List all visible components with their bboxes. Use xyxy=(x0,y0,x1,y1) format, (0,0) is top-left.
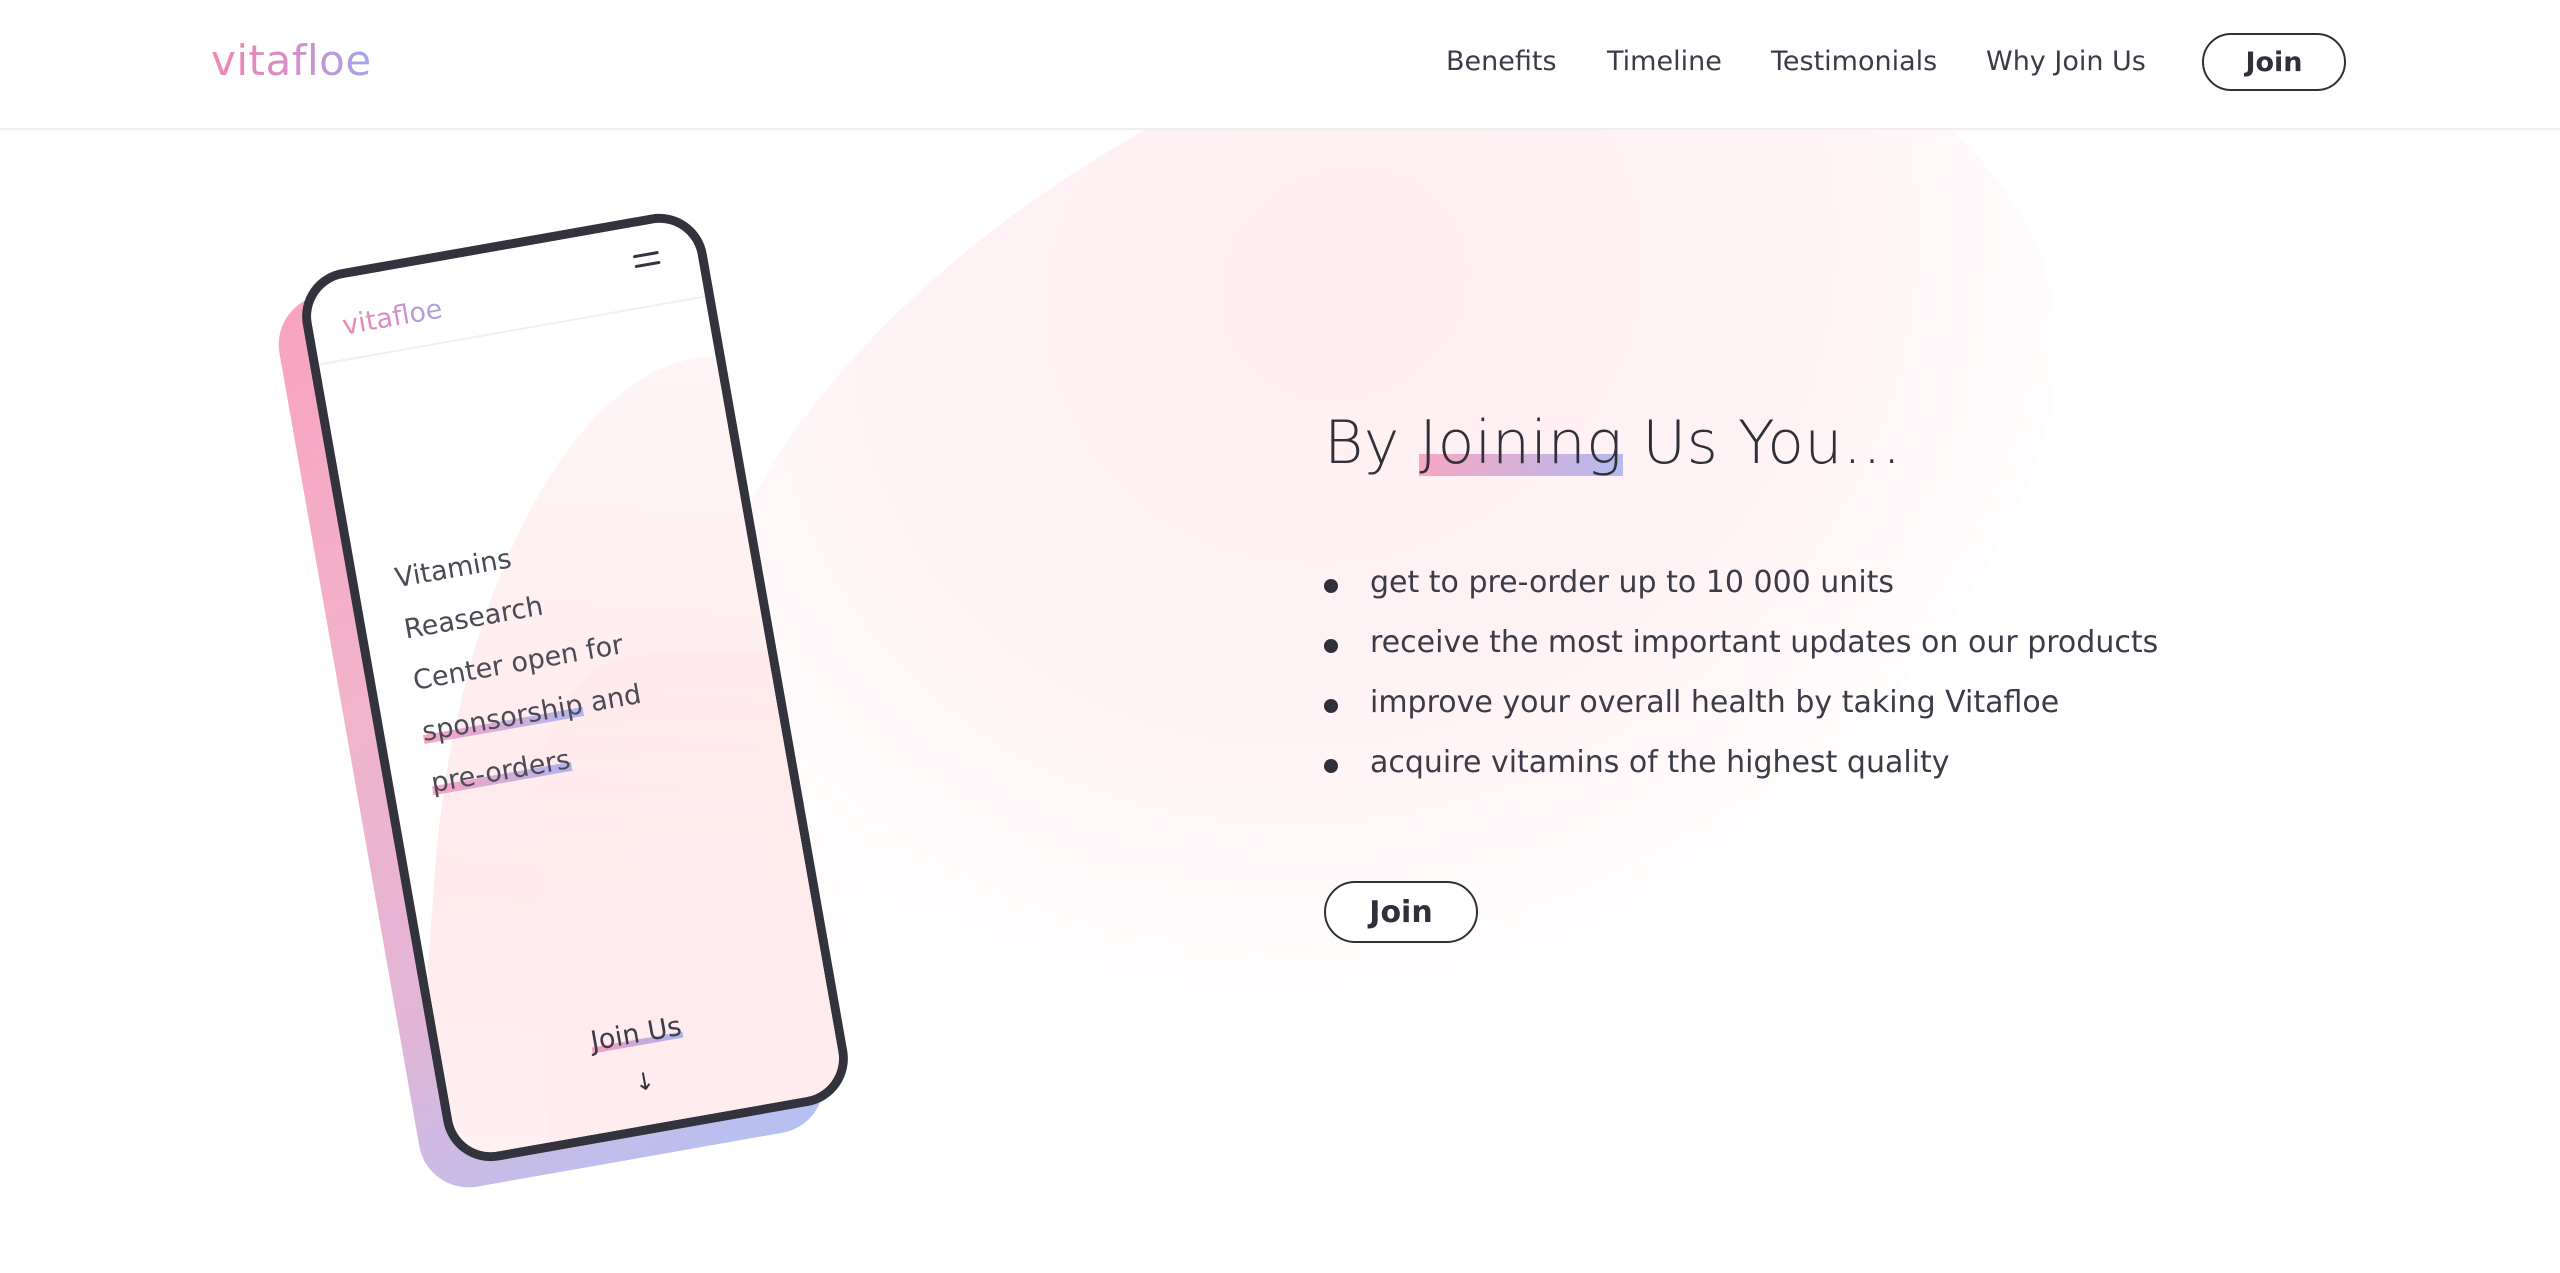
benefit-text: get to pre-order up to 10 000 units xyxy=(1370,565,1895,600)
phone-headline-and: and xyxy=(588,678,644,719)
join-button[interactable]: Join xyxy=(1324,881,1478,943)
phone-header: vitafloe xyxy=(304,216,706,366)
nav-why-join-us[interactable]: Why Join Us xyxy=(1986,46,2146,77)
phone-logo: vitafloe xyxy=(340,293,445,342)
page-title-highlight: Joining xyxy=(1419,408,1623,478)
bullet-icon xyxy=(1324,639,1338,653)
page-title: By Joining Us You... xyxy=(1324,408,1902,478)
list-item: acquire vitamins of the highest quality xyxy=(1324,745,2158,805)
page-title-post: Us You... xyxy=(1642,408,1902,478)
benefit-text: acquire vitamins of the highest quality xyxy=(1370,745,1950,780)
list-item: get to pre-order up to 10 000 units xyxy=(1324,565,2158,625)
nav-benefits[interactable]: Benefits xyxy=(1446,46,1557,77)
benefits-list: get to pre-order up to 10 000 units rece… xyxy=(1324,565,2158,805)
benefit-text: receive the most important updates on ou… xyxy=(1370,625,2159,660)
site-header: vitafloe Benefits Timeline Testimonials … xyxy=(0,0,2560,130)
bullet-icon xyxy=(1324,579,1338,593)
benefit-text: improve your overall health by taking Vi… xyxy=(1370,685,2060,720)
page-title-pre: By xyxy=(1324,408,1400,478)
menu-icon xyxy=(632,250,661,269)
logo[interactable]: vitafloe xyxy=(211,36,372,85)
list-item: receive the most important updates on ou… xyxy=(1324,625,2158,685)
bullet-icon xyxy=(1324,699,1338,713)
nav-testimonials[interactable]: Testimonials xyxy=(1771,46,1937,77)
list-item: improve your overall health by taking Vi… xyxy=(1324,685,2158,745)
phone-headline: Vitamins Reasearch Center open for spons… xyxy=(391,509,692,810)
nav-timeline[interactable]: Timeline xyxy=(1607,46,1722,77)
header-join-button[interactable]: Join xyxy=(2202,33,2346,91)
bullet-icon xyxy=(1324,759,1338,773)
